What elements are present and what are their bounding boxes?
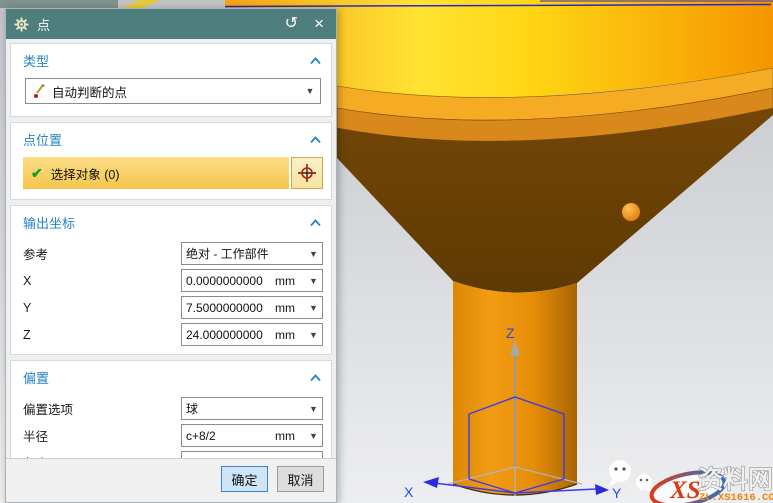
reference-label: 参考	[23, 244, 181, 263]
chevron-down-icon: ▼	[305, 431, 322, 441]
ok-button[interactable]: 确定	[221, 466, 268, 492]
section-type: 类型 自动判断的点 ▼	[10, 43, 332, 117]
crosshair-icon	[297, 163, 317, 183]
dialog-title: 点	[37, 15, 50, 34]
z-axis-label: Z	[506, 325, 515, 341]
offset-option-dropdown[interactable]: 球 ▼	[181, 397, 323, 420]
section-offset-header[interactable]: 偏置	[23, 365, 323, 393]
z-coord-unit[interactable]: mm	[275, 328, 305, 342]
x-coord-label: X	[23, 274, 181, 288]
close-icon[interactable]: ×	[310, 16, 328, 32]
radius-unit[interactable]: mm	[275, 429, 305, 443]
collapse-chevron-icon[interactable]	[310, 136, 321, 144]
chevron-down-icon: ▼	[305, 303, 322, 313]
dialog-titlebar[interactable]: 点 ↺ ×	[6, 9, 336, 39]
point-dialog-button[interactable]	[291, 157, 323, 189]
collapse-chevron-icon[interactable]	[310, 374, 321, 382]
application-window: Z X Y XS 资料网 ZL.XS1616.COM	[0, 0, 773, 503]
chevron-down-icon: ▼	[305, 330, 322, 340]
point-type-dropdown[interactable]: 自动判断的点 ▼	[25, 78, 321, 104]
ok-button-label: 确定	[231, 470, 257, 489]
watermark-brand: 资料网	[698, 466, 773, 494]
wechat-icon	[609, 460, 631, 482]
offset-option-value: 球	[182, 400, 305, 417]
section-point-location: 点位置 ✔ 选择对象 (0)	[10, 122, 332, 200]
y-coord-field[interactable]: 7.5000000000 mm ▼	[181, 296, 323, 319]
collapse-chevron-icon[interactable]	[310, 219, 321, 227]
section-offset-label: 偏置	[23, 368, 49, 387]
x-coord-unit[interactable]: mm	[275, 274, 305, 288]
select-object-bar[interactable]: ✔ 选择对象 (0)	[23, 157, 289, 189]
reference-dropdown[interactable]: 绝对 - 工作部件 ▼	[181, 242, 323, 265]
section-type-label: 类型	[23, 51, 49, 70]
offset-option-label: 偏置选项	[23, 399, 181, 418]
chevron-down-icon: ▼	[305, 276, 322, 286]
angle1-field[interactable]: 90 deg ▼	[181, 451, 323, 458]
cancel-button[interactable]: 取消	[277, 466, 324, 492]
section-offset: 偏置 偏置选项 球 ▼ 半径 c+8/2 mm	[10, 360, 332, 458]
reset-icon[interactable]: ↺	[281, 16, 302, 32]
reference-value: 绝对 - 工作部件	[182, 245, 305, 262]
y-axis-label: Y	[612, 485, 622, 501]
radius-value[interactable]: c+8/2	[182, 429, 275, 443]
chevron-down-icon: ▼	[305, 249, 322, 259]
chevron-down-icon: ▼	[300, 86, 320, 96]
x-coord-value[interactable]: 0.0000000000	[182, 274, 275, 288]
x-axis-label: X	[404, 484, 414, 500]
radius-label: 半径	[23, 426, 181, 445]
z-coord-label: Z	[23, 328, 181, 342]
section-point-location-header[interactable]: 点位置	[23, 127, 323, 155]
cancel-button-label: 取消	[287, 470, 313, 489]
x-coord-field[interactable]: 0.0000000000 mm ▼	[181, 269, 323, 292]
section-output-coords-label: 输出坐标	[23, 213, 75, 232]
y-coord-label: Y	[23, 301, 181, 315]
point-type-value: 自动判断的点	[52, 82, 300, 101]
wechat-icon-small	[636, 474, 652, 490]
section-point-location-label: 点位置	[23, 130, 62, 149]
inferred-point-icon	[26, 84, 52, 98]
gear-icon	[14, 17, 29, 32]
xs-logo-text: XS	[669, 477, 701, 503]
point-sphere[interactable]	[622, 203, 640, 221]
section-type-header[interactable]: 类型	[23, 48, 323, 76]
z-coord-value[interactable]: 24.000000000	[182, 328, 275, 342]
dialog-body: 类型 自动判断的点 ▼	[6, 39, 336, 458]
collapse-chevron-icon[interactable]	[310, 57, 321, 65]
section-output-coords-header[interactable]: 输出坐标	[23, 210, 323, 238]
z-coord-field[interactable]: 24.000000000 mm ▼	[181, 323, 323, 346]
watermark-url: ZL.XS1616.COM	[699, 492, 773, 503]
section-output-coords: 输出坐标 参考 绝对 - 工作部件 ▼ X 0.0000000000	[10, 205, 332, 355]
top-strip-green	[0, 0, 118, 8]
point-dialog: 点 ↺ × 类型	[5, 8, 337, 503]
radius-field[interactable]: c+8/2 mm ▼	[181, 424, 323, 447]
chevron-down-icon: ▼	[305, 404, 322, 414]
checkmark-icon: ✔	[31, 165, 43, 182]
dialog-footer: 确定 取消	[6, 458, 336, 502]
select-object-label: 选择对象 (0)	[51, 164, 120, 183]
y-coord-unit[interactable]: mm	[275, 301, 305, 315]
y-coord-value[interactable]: 7.5000000000	[182, 301, 275, 315]
